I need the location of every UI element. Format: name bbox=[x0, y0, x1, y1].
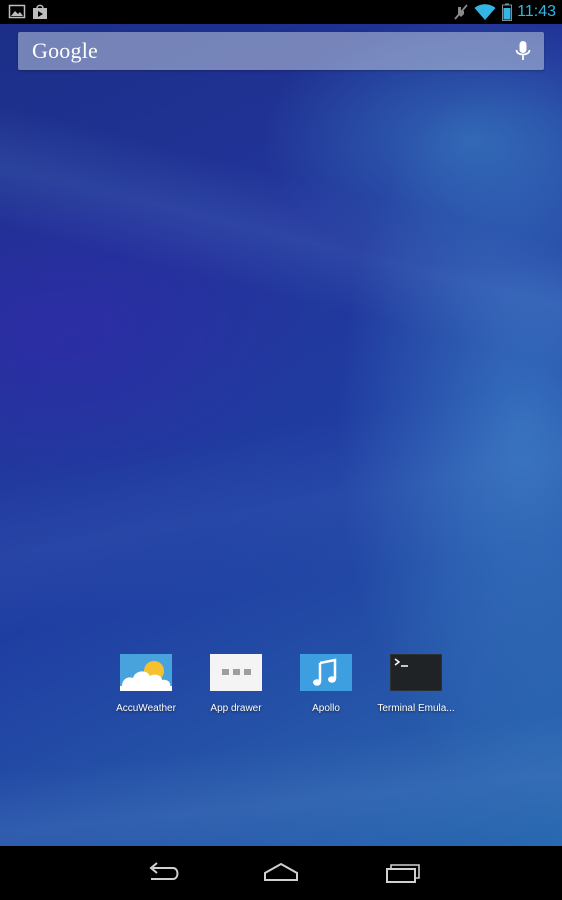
wallpaper-sheen bbox=[0, 89, 562, 391]
app-shortcut-accuweather[interactable]: AccuWeather bbox=[101, 654, 191, 720]
wallpaper-sheen bbox=[0, 355, 562, 645]
app-label: Terminal Emula... bbox=[377, 703, 455, 714]
home-icon[interactable] bbox=[257, 860, 305, 886]
recents-icon[interactable] bbox=[377, 860, 425, 886]
terminal-icon bbox=[390, 654, 442, 691]
picture-icon bbox=[8, 4, 26, 19]
status-time: 11:43 bbox=[517, 3, 556, 20]
navigation-bar bbox=[0, 846, 562, 900]
battery-icon bbox=[502, 3, 512, 21]
google-search-bar[interactable]: Google bbox=[18, 32, 544, 70]
no-sync-icon bbox=[454, 4, 468, 20]
app-shortcut-terminal-emulator[interactable]: Terminal Emula... bbox=[371, 654, 461, 720]
app-drawer-icon bbox=[210, 654, 262, 691]
music-note-icon bbox=[300, 654, 352, 691]
status-bar: 11:43 bbox=[0, 0, 562, 24]
app-shortcut-app-drawer[interactable]: App drawer bbox=[191, 654, 281, 720]
mic-icon[interactable] bbox=[514, 40, 532, 62]
back-icon[interactable] bbox=[137, 860, 185, 886]
app-shortcut-apollo[interactable]: Apollo bbox=[281, 654, 371, 720]
google-logo: Google bbox=[32, 38, 98, 63]
play-store-icon bbox=[33, 4, 47, 19]
accuweather-icon bbox=[120, 654, 172, 691]
wifi-icon bbox=[474, 4, 496, 20]
home-screen: 11:43 Google AccuWeather App drawer Apol… bbox=[0, 0, 562, 900]
